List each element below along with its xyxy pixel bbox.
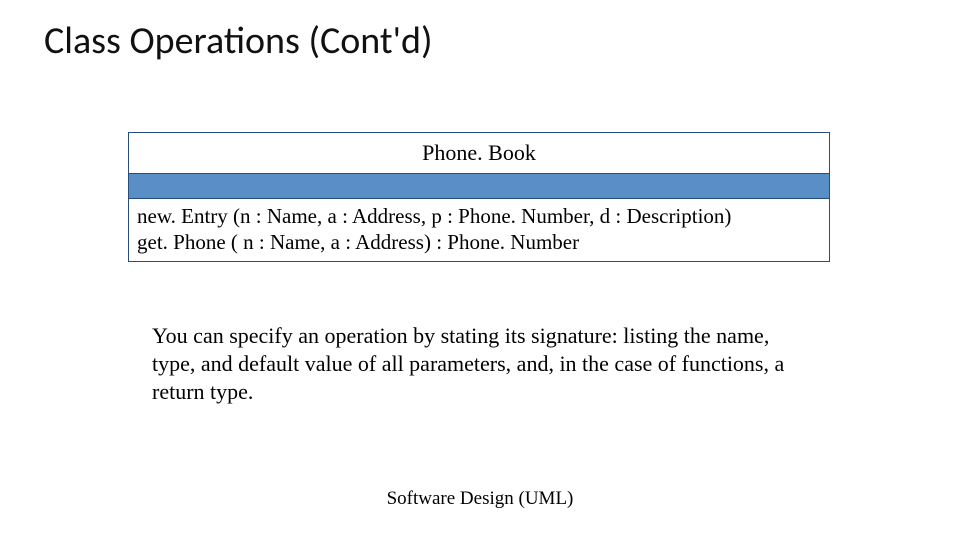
- slide: Class Operations (Cont'd) Phone. Book ne…: [0, 0, 960, 540]
- uml-attributes-compartment: [129, 174, 829, 199]
- uml-class-box: Phone. Book new. Entry (n : Name, a : Ad…: [128, 132, 830, 262]
- uml-operation: get. Phone ( n : Name, a : Address) : Ph…: [137, 229, 821, 255]
- uml-operation: new. Entry (n : Name, a : Address, p : P…: [137, 203, 821, 229]
- slide-title: Class Operations (Cont'd): [44, 18, 433, 64]
- slide-footer: Software Design (UML): [0, 488, 960, 510]
- uml-class-name: Phone. Book: [129, 133, 829, 174]
- uml-operations-compartment: new. Entry (n : Name, a : Address, p : P…: [129, 199, 829, 261]
- explanation-text: You can specify an operation by stating …: [152, 322, 792, 406]
